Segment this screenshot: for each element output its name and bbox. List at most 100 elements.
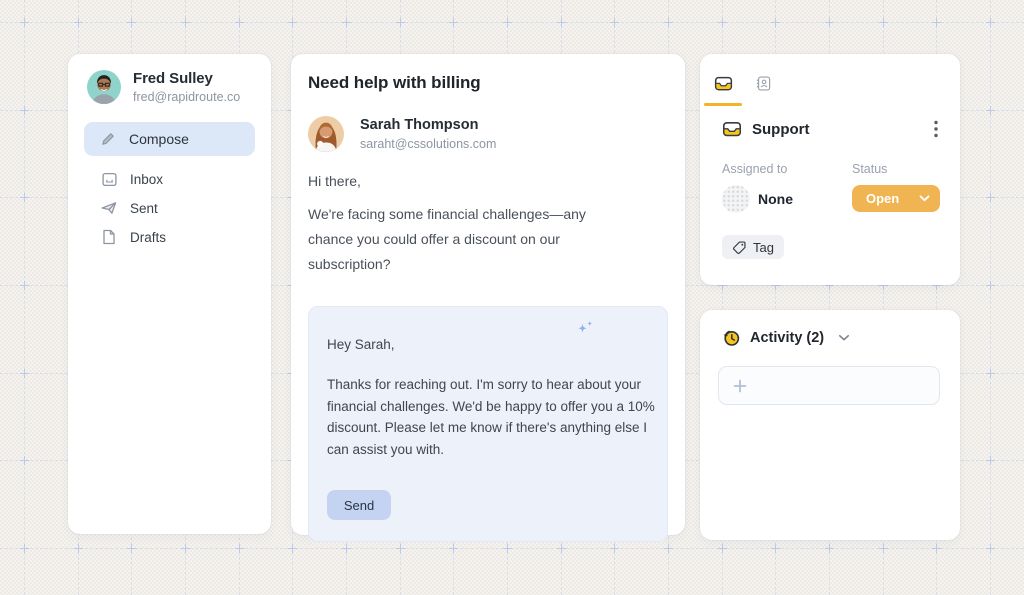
grid-decoration bbox=[342, 18, 351, 27]
status-value: Open bbox=[866, 191, 899, 206]
folder-menu: Inbox Sent Drafts bbox=[84, 170, 255, 246]
sidebar-item-drafts[interactable]: Drafts bbox=[84, 228, 255, 246]
grid-decoration bbox=[20, 193, 29, 202]
detail-tabs bbox=[704, 66, 782, 106]
grid-decoration bbox=[986, 281, 995, 290]
chevron-down-icon bbox=[919, 195, 930, 202]
assigned-value: None bbox=[758, 191, 793, 207]
grid-decoration bbox=[74, 544, 83, 553]
kebab-menu-icon[interactable] bbox=[928, 118, 944, 140]
grid-decoration bbox=[932, 544, 941, 553]
user-email: fred@rapidroute.co bbox=[133, 90, 240, 104]
address-book-icon bbox=[755, 70, 772, 96]
detail-header: Support bbox=[721, 118, 944, 140]
tab-underline bbox=[744, 103, 782, 106]
conversation-detail-panel: Support Assigned to None Status bbox=[700, 54, 960, 285]
grid-decoration bbox=[879, 544, 888, 553]
grid-decoration bbox=[396, 18, 405, 27]
chevron-down-icon[interactable] bbox=[838, 334, 850, 342]
avatar bbox=[308, 116, 344, 152]
send-button[interactable]: Send bbox=[327, 490, 391, 520]
thread-panel: Need help with billing Sarah Thompson sa… bbox=[291, 54, 685, 535]
grid-decoration bbox=[449, 544, 458, 553]
grid-decoration bbox=[986, 106, 995, 115]
grid-decoration bbox=[20, 281, 29, 290]
pencil-icon bbox=[100, 131, 116, 147]
grid-decoration bbox=[718, 18, 727, 27]
grid-decoration bbox=[342, 544, 351, 553]
grid-decoration bbox=[610, 544, 619, 553]
grid-decoration bbox=[986, 18, 995, 27]
grid-decoration bbox=[879, 18, 888, 27]
activity-header[interactable]: Activity (2) bbox=[721, 328, 850, 348]
grid-decoration bbox=[288, 544, 297, 553]
sender-identity: Sarah Thompson saraht@cssolutions.com bbox=[360, 117, 496, 151]
grid-decoration bbox=[20, 18, 29, 27]
sender-name: Sarah Thompson bbox=[360, 117, 496, 133]
status-field: Status Open bbox=[852, 162, 940, 213]
grid-decoration bbox=[986, 193, 995, 202]
tab-contacts[interactable] bbox=[744, 66, 782, 106]
grid-decoration bbox=[20, 106, 29, 115]
sidebar-item-label: Inbox bbox=[130, 172, 163, 187]
tag-icon bbox=[732, 240, 747, 255]
app-background: Fred Sulley fred@rapidroute.co Compose bbox=[0, 0, 1024, 595]
assigned-label: Assigned to bbox=[722, 162, 852, 176]
tag-button[interactable]: Tag bbox=[722, 235, 784, 259]
assigned-field: Assigned to None bbox=[722, 162, 852, 213]
unassigned-avatar bbox=[722, 185, 750, 213]
grid-decoration bbox=[986, 456, 995, 465]
compose-button[interactable]: Compose bbox=[84, 122, 255, 156]
grid-decoration bbox=[771, 18, 780, 27]
sidebar-item-sent[interactable]: Sent bbox=[84, 199, 255, 217]
draft-body: Thanks for reaching out. I'm sorry to he… bbox=[327, 374, 657, 460]
sidebar-item-label: Drafts bbox=[130, 230, 166, 245]
message-greeting: Hi there, bbox=[308, 173, 668, 189]
grid-decoration bbox=[0, 22, 1024, 23]
grid-decoration bbox=[503, 544, 512, 553]
grid-decoration bbox=[990, 0, 991, 595]
grid-decoration bbox=[235, 544, 244, 553]
message-body: We're facing some financial challenges—a… bbox=[308, 202, 630, 277]
grid-decoration bbox=[986, 544, 995, 553]
document-icon bbox=[100, 229, 118, 245]
grid-decoration bbox=[825, 18, 834, 27]
detail-title: Support bbox=[752, 121, 810, 138]
grid-decoration bbox=[557, 544, 566, 553]
sender-email: saraht@cssolutions.com bbox=[360, 137, 496, 151]
activity-title: Activity (2) bbox=[750, 330, 824, 346]
status-dropdown[interactable]: Open bbox=[852, 185, 940, 212]
add-activity-input[interactable] bbox=[718, 366, 940, 405]
grid-decoration bbox=[664, 18, 673, 27]
grid-decoration bbox=[610, 18, 619, 27]
tag-label: Tag bbox=[753, 240, 774, 255]
reply-draft-box[interactable]: Hey Sarah, Thanks for reaching out. I'm … bbox=[308, 306, 668, 542]
draft-greeting: Hey Sarah, bbox=[327, 337, 649, 352]
tab-conversation[interactable] bbox=[704, 66, 742, 106]
active-tab-underline bbox=[704, 103, 742, 106]
grid-decoration bbox=[449, 18, 458, 27]
grid-decoration bbox=[74, 18, 83, 27]
sender-row: Sarah Thompson saraht@cssolutions.com bbox=[308, 116, 668, 152]
plus-icon bbox=[732, 378, 748, 394]
history-clock-icon bbox=[721, 328, 741, 348]
grid-decoration bbox=[825, 544, 834, 553]
grid-decoration bbox=[932, 18, 941, 27]
grid-decoration bbox=[127, 18, 136, 27]
grid-decoration bbox=[0, 548, 1024, 549]
grid-decoration bbox=[664, 544, 673, 553]
inbox-tray-icon bbox=[713, 70, 734, 96]
grid-decoration bbox=[20, 369, 29, 378]
grid-decoration bbox=[20, 456, 29, 465]
sparkle-icon bbox=[575, 319, 597, 344]
sidebar-item-inbox[interactable]: Inbox bbox=[84, 170, 255, 188]
grid-decoration bbox=[986, 369, 995, 378]
grid-decoration bbox=[127, 544, 136, 553]
grid-decoration bbox=[718, 544, 727, 553]
assigned-value-row[interactable]: None bbox=[722, 185, 852, 213]
status-label: Status bbox=[852, 162, 940, 176]
paper-plane-icon bbox=[100, 199, 118, 217]
inbox-icon bbox=[100, 171, 118, 188]
detail-fields: Assigned to None Status Open bbox=[722, 162, 940, 213]
compose-label: Compose bbox=[129, 131, 189, 147]
